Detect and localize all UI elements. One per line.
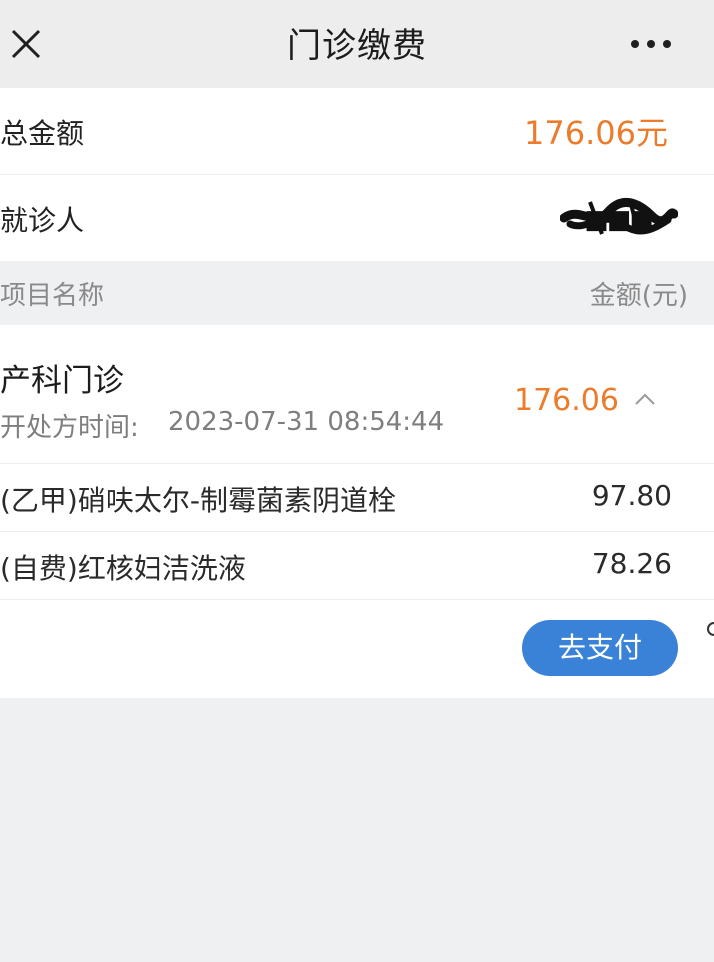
pay-button[interactable]: 去支付	[522, 620, 678, 676]
column-amount: 金额(元)	[589, 281, 688, 311]
total-amount-value: 176.06元	[524, 114, 668, 152]
table-header: 项目名称 金额(元)	[0, 261, 714, 325]
edge-circle-icon	[707, 622, 714, 636]
prescription-card: 产科门诊 开处方时间: 2023-07-31 08:54:44 176.06 (…	[0, 325, 714, 698]
item-name: (乙甲)硝呋太尔-制霉菌素阴道栓	[0, 484, 396, 517]
department-amount: 176.06	[514, 383, 619, 418]
item-price: 78.26	[591, 547, 672, 580]
department-name: 产科门诊	[0, 363, 124, 399]
divider	[0, 599, 714, 600]
nav-bar: 门诊缴费	[0, 0, 714, 88]
item-name: (自费)红核妇洁洗液	[0, 552, 246, 585]
total-amount-label: 总金额	[0, 117, 85, 150]
item-price: 97.80	[591, 479, 672, 512]
chevron-up-icon[interactable]	[632, 389, 658, 409]
prescription-time-label: 开处方时间:	[0, 413, 139, 443]
patient-label: 就诊人	[0, 204, 85, 237]
page-title: 门诊缴费	[287, 26, 427, 66]
column-item-name: 项目名称	[0, 281, 105, 311]
total-amount-row: 总金额 176.06元	[0, 88, 714, 174]
prescription-time-value: 2023-07-31 08:54:44	[168, 407, 445, 437]
divider	[0, 463, 714, 464]
divider	[0, 531, 714, 532]
more-icon[interactable]	[626, 32, 676, 56]
patient-name-redaction	[560, 198, 678, 235]
